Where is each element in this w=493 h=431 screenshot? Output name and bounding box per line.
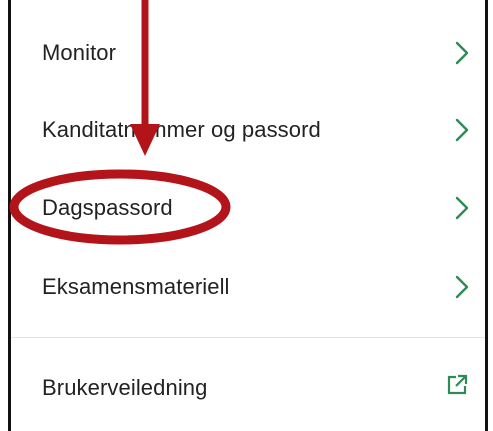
chevron-right-icon xyxy=(455,41,469,65)
menu-item-monitor[interactable]: Monitor xyxy=(11,18,485,88)
menu-item-brukerveiledning[interactable]: Brukerveiledning xyxy=(11,353,485,423)
chevron-right-icon xyxy=(455,275,469,299)
menu-item-label: Dagspassord xyxy=(42,195,173,220)
chevron-right-icon xyxy=(455,196,469,220)
external-link-icon xyxy=(447,374,468,395)
menu-item-label: Kanditatnummer og passord xyxy=(42,117,321,142)
menu-item-dagspassord[interactable]: Dagspassord xyxy=(11,173,485,243)
menu-item-label: Brukerveiledning xyxy=(42,375,208,400)
chevron-right-icon xyxy=(455,118,469,142)
menu-divider xyxy=(11,337,485,338)
menu-item-label: Eksamensmateriell xyxy=(42,274,230,299)
menu-item-eksamensmateriell[interactable]: Eksamensmateriell xyxy=(11,252,485,322)
dropdown-menu: Monitor Kanditatnummer og passord Dagspa… xyxy=(8,0,488,431)
menu-item-label: Monitor xyxy=(42,40,117,65)
menu-item-kandidatnummer-og-passord[interactable]: Kanditatnummer og passord xyxy=(11,95,485,165)
